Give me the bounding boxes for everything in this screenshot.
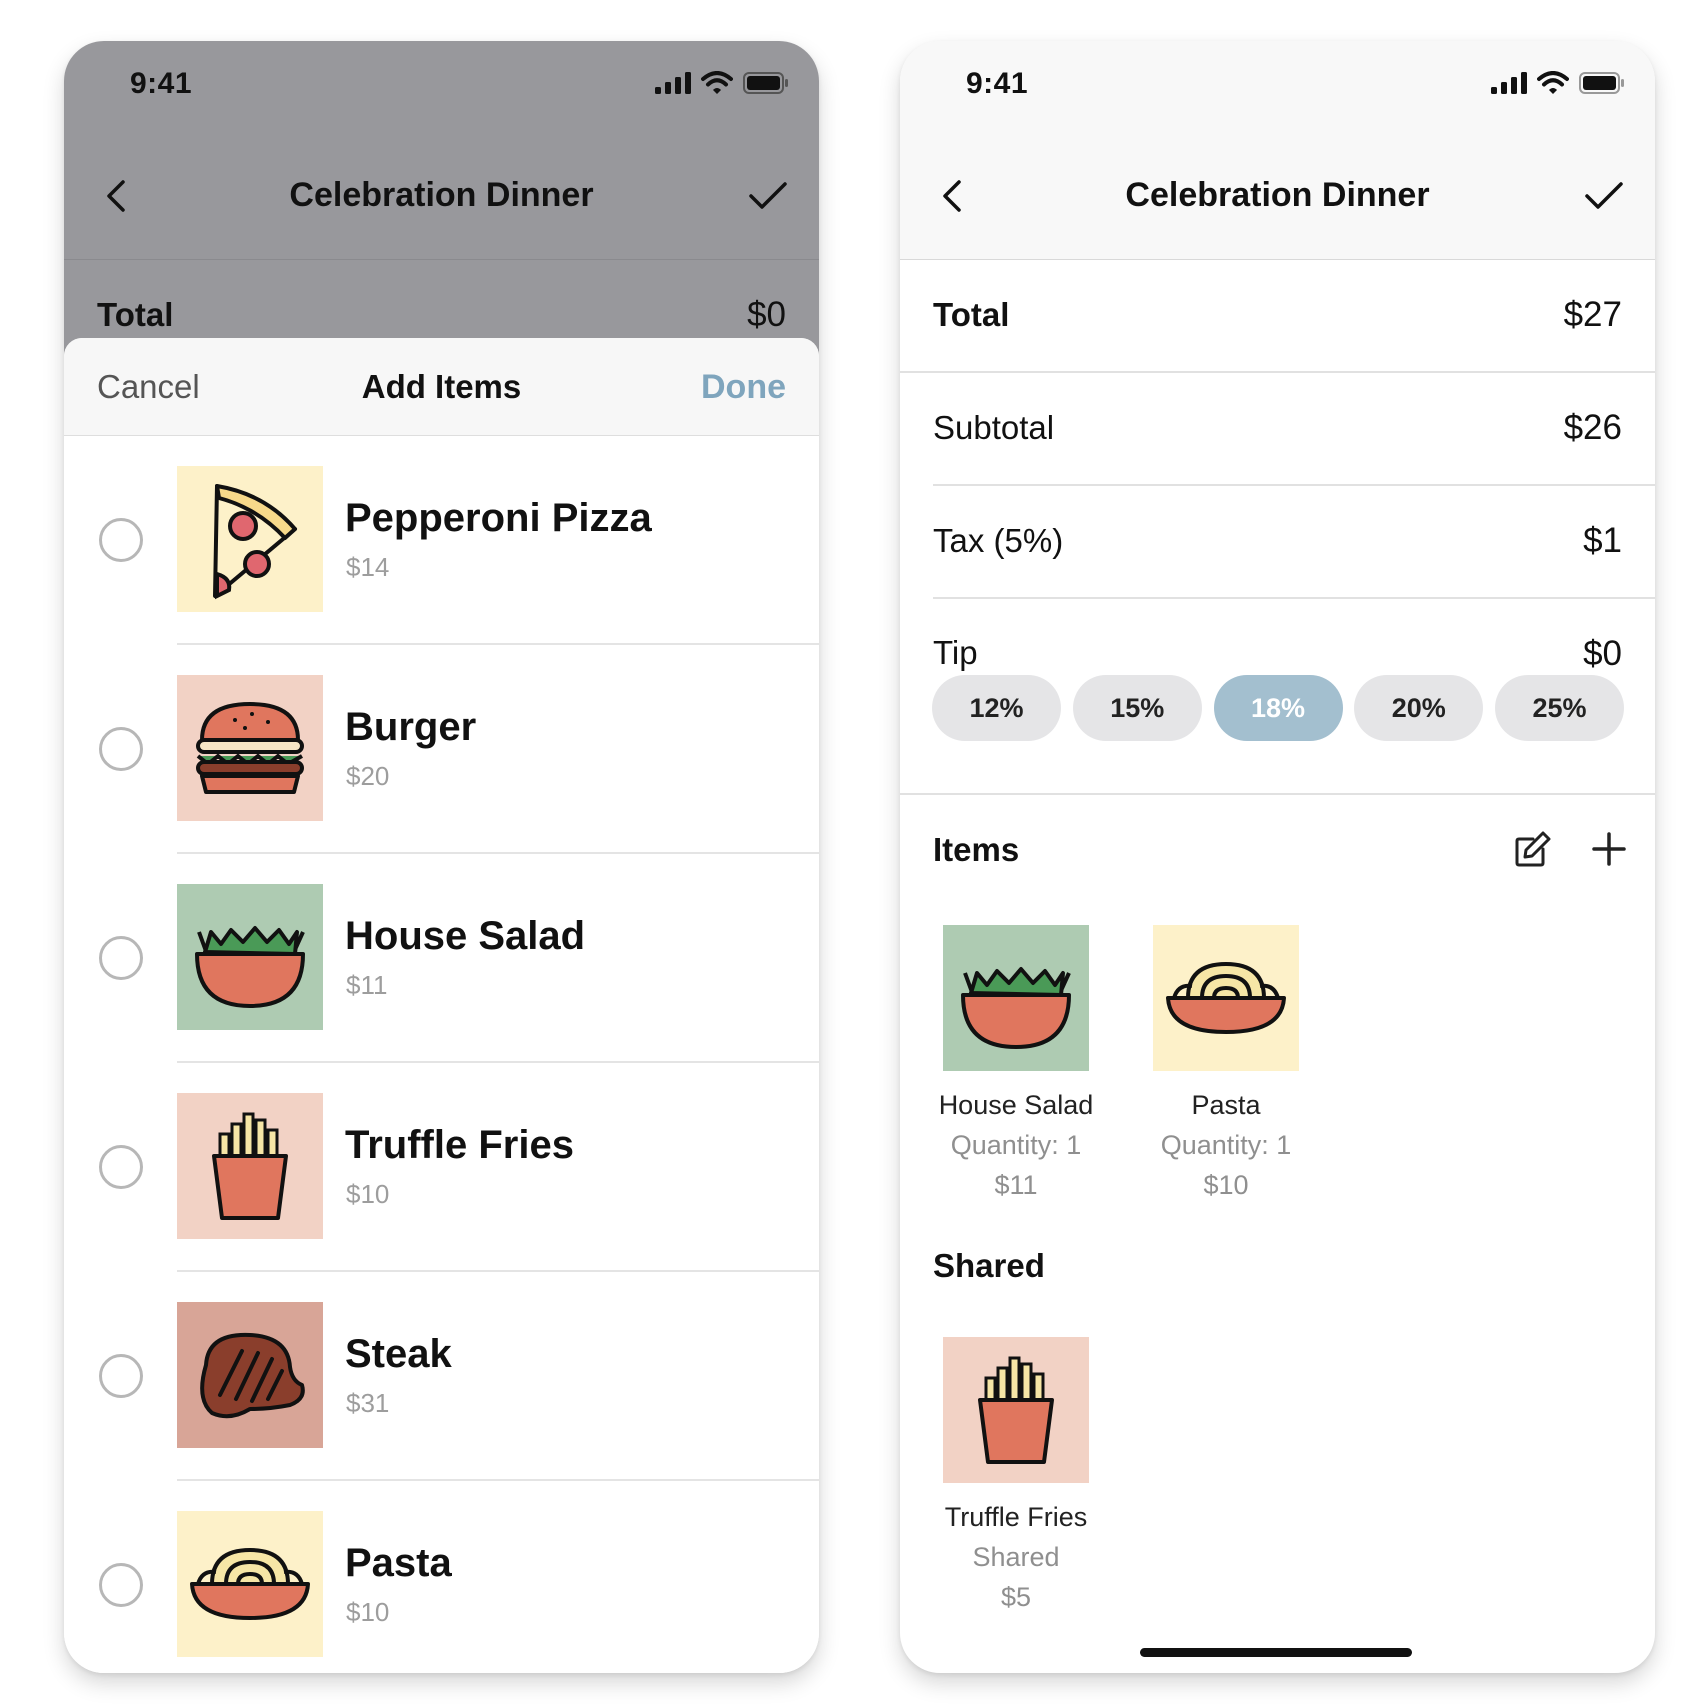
steak-icon bbox=[177, 1302, 323, 1448]
tile-shared-label: Shared bbox=[972, 1542, 1060, 1572]
divider bbox=[900, 793, 1655, 795]
item-name: Truffle Fries bbox=[345, 1123, 574, 1167]
pizza-icon bbox=[177, 466, 323, 612]
tip-value: $0 bbox=[1583, 634, 1622, 673]
tip-option-12[interactable]: 12% bbox=[932, 675, 1061, 741]
menu-item[interactable]: Truffle Fries $10 bbox=[64, 1063, 819, 1272]
total-value: $0 bbox=[747, 295, 786, 334]
status-bar: 9:41 bbox=[900, 41, 1655, 131]
menu-item[interactable]: Pasta $10 bbox=[64, 1481, 819, 1673]
dimmed-background[interactable]: 9:41 Celebration Dinner Total $0 bbox=[64, 41, 819, 381]
total-row: Total $27 bbox=[900, 260, 1655, 373]
tile-name: Pasta bbox=[1191, 1090, 1261, 1120]
total-value: $27 bbox=[1563, 295, 1622, 334]
nav-bar: Celebration Dinner bbox=[900, 131, 1655, 260]
items-section-title: Items bbox=[933, 831, 1020, 868]
items-actions bbox=[1513, 829, 1627, 869]
add-items-sheet: Cancel Add Items Done Pepperoni Pizza $1… bbox=[64, 338, 819, 1673]
tip-option-15[interactable]: 15% bbox=[1072, 675, 1202, 741]
tile-price: $5 bbox=[1000, 1582, 1032, 1612]
shared-item-tile[interactable]: Truffle Fries Shared $5 bbox=[911, 1337, 1121, 1617]
item-name: Steak bbox=[345, 1332, 452, 1376]
chevron-left-icon[interactable] bbox=[96, 171, 136, 221]
salad-icon bbox=[177, 884, 323, 1030]
page-title: Celebration Dinner bbox=[289, 176, 594, 214]
subtotal-value: $26 bbox=[1563, 408, 1622, 447]
item-name: House Salad bbox=[345, 914, 586, 958]
chevron-left-icon[interactable] bbox=[932, 171, 972, 221]
nav-bar: Celebration Dinner bbox=[64, 131, 819, 260]
select-radio[interactable] bbox=[99, 518, 143, 562]
item-price: $10 bbox=[346, 1179, 390, 1209]
tax-value: $1 bbox=[1583, 521, 1622, 560]
checkmark-icon[interactable] bbox=[1579, 173, 1629, 219]
item-name: Pasta bbox=[345, 1541, 452, 1585]
tip-option-25[interactable]: 25% bbox=[1495, 675, 1624, 741]
tile-name: Truffle Fries bbox=[944, 1502, 1088, 1532]
item-price: $10 bbox=[346, 1597, 390, 1627]
item-tile[interactable]: Pasta Quantity: 1 $10 bbox=[1121, 925, 1331, 1205]
total-label: Total bbox=[97, 296, 174, 333]
page-title: Celebration Dinner bbox=[1125, 176, 1430, 214]
tile-quantity: Quantity: 1 bbox=[950, 1130, 1082, 1160]
menu-item[interactable]: Pepperoni Pizza $14 bbox=[64, 436, 819, 645]
menu-item[interactable]: Steak $31 bbox=[64, 1272, 819, 1481]
tile-quantity: Quantity: 1 bbox=[1160, 1130, 1292, 1160]
item-name: Burger bbox=[345, 705, 477, 749]
status-time: 9:41 bbox=[966, 67, 1029, 100]
item-price: $20 bbox=[346, 761, 390, 791]
tile-name: House Salad bbox=[938, 1090, 1094, 1120]
menu-item[interactable]: Burger $20 bbox=[64, 645, 819, 854]
item-price: $14 bbox=[346, 552, 390, 582]
fries-icon bbox=[943, 1337, 1089, 1483]
pasta-icon bbox=[177, 1511, 323, 1657]
tip-option-18[interactable]: 18% bbox=[1213, 675, 1343, 741]
subtotal-row: Subtotal $26 bbox=[900, 373, 1655, 486]
tile-price: $10 bbox=[1203, 1170, 1249, 1200]
edit-icon[interactable] bbox=[1513, 829, 1553, 869]
item-price: $11 bbox=[346, 970, 388, 1000]
battery-icon bbox=[1579, 72, 1624, 94]
wifi-icon bbox=[1537, 71, 1569, 94]
tip-label: Tip bbox=[933, 634, 978, 671]
tile-price: $11 bbox=[994, 1170, 1038, 1200]
select-radio[interactable] bbox=[99, 1563, 143, 1607]
add-items-screen: 9:41 Celebration Dinner Total $0 Cancel … bbox=[64, 41, 819, 1673]
done-button[interactable]: Done bbox=[701, 368, 786, 407]
home-indicator[interactable] bbox=[1140, 1648, 1412, 1657]
total-label: Total bbox=[933, 296, 1010, 333]
salad-icon bbox=[943, 925, 1089, 1071]
status-icons bbox=[655, 71, 789, 95]
cellular-signal-icon bbox=[655, 72, 691, 94]
tip-options: 12% 15% 18% 20% 25% bbox=[932, 675, 1624, 741]
item-name: Pepperoni Pizza bbox=[345, 496, 652, 540]
shared-section-title: Shared bbox=[933, 1247, 1045, 1284]
checkmark-icon[interactable] bbox=[743, 173, 793, 219]
tip-option-20[interactable]: 20% bbox=[1354, 675, 1484, 741]
status-bar: 9:41 bbox=[64, 41, 819, 131]
tax-row: Tax (5%) $1 bbox=[900, 486, 1655, 599]
menu-item[interactable]: House Salad $11 bbox=[64, 854, 819, 1063]
cellular-signal-icon bbox=[1491, 72, 1527, 94]
plus-icon[interactable] bbox=[1591, 831, 1627, 867]
fries-icon bbox=[177, 1093, 323, 1239]
select-radio[interactable] bbox=[99, 1145, 143, 1189]
select-radio[interactable] bbox=[99, 1354, 143, 1398]
tax-label: Tax (5%) bbox=[933, 522, 1064, 559]
subtotal-label: Subtotal bbox=[933, 409, 1055, 446]
item-price: $31 bbox=[346, 1388, 390, 1418]
battery-icon bbox=[743, 72, 788, 94]
bill-detail-screen: 9:41 Celebration Dinner Total $27 Subtot… bbox=[900, 41, 1655, 1673]
pasta-icon bbox=[1153, 925, 1299, 1071]
item-tile[interactable]: House Salad Quantity: 1 $11 bbox=[911, 925, 1121, 1205]
status-icons bbox=[1491, 71, 1625, 95]
wifi-icon bbox=[701, 71, 733, 94]
status-time: 9:41 bbox=[130, 67, 193, 100]
burger-icon bbox=[177, 675, 323, 821]
select-radio[interactable] bbox=[99, 936, 143, 980]
select-radio[interactable] bbox=[99, 727, 143, 771]
sheet-header: Cancel Add Items Done bbox=[64, 338, 819, 436]
